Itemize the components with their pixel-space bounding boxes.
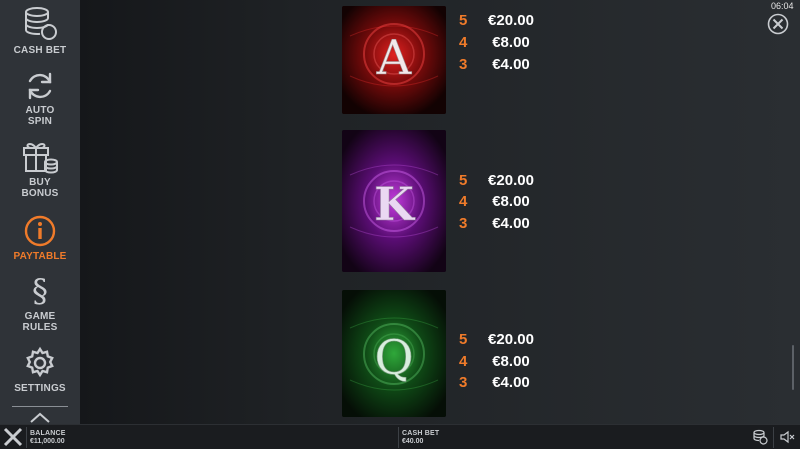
match-count: 5 bbox=[459, 12, 468, 29]
gift-icon bbox=[23, 142, 58, 174]
cash-bet-label: CASH BET bbox=[402, 430, 440, 437]
scrollbar[interactable] bbox=[792, 345, 794, 390]
symbol-q-image: Q bbox=[342, 290, 446, 417]
refresh-icon bbox=[28, 72, 52, 100]
sidebar: CASH BET AUTO SPIN BUY BONUS PAYTABLE § … bbox=[0, 0, 80, 424]
sidebar-item-game-rules[interactable]: § GAME RULES bbox=[0, 274, 80, 333]
sidebar-item-paytable[interactable]: PAYTABLE bbox=[0, 214, 80, 262]
symbol-a-image: A bbox=[342, 6, 446, 114]
payout-amount: €4.00 bbox=[492, 56, 530, 73]
symbol-k-image: K bbox=[342, 130, 446, 272]
sidebar-item-label: PAYTABLE bbox=[13, 251, 67, 262]
balance-value: €11,000.00 bbox=[30, 438, 65, 445]
sidebar-item-label: GAME RULES bbox=[22, 311, 58, 333]
sidebar-item-buy-bonus[interactable]: BUY BONUS bbox=[0, 138, 80, 199]
close-menu-icon[interactable] bbox=[2, 426, 24, 448]
divider bbox=[26, 427, 27, 448]
symbol-letter: K bbox=[374, 177, 416, 231]
sidebar-item-settings[interactable]: SETTINGS bbox=[0, 346, 80, 394]
sidebar-divider bbox=[12, 406, 68, 407]
info-icon bbox=[24, 215, 56, 247]
symbol-card-a: A bbox=[342, 6, 446, 114]
coins-icon[interactable] bbox=[752, 429, 768, 445]
symbol-letter: Q bbox=[374, 330, 413, 386]
sidebar-item-label: SETTINGS bbox=[14, 383, 66, 394]
sidebar-item-cash-bet[interactable]: CASH BET bbox=[0, 6, 80, 56]
payout-amount: €20.00 bbox=[488, 12, 534, 29]
svg-text:§: § bbox=[32, 274, 48, 308]
match-count: 5 bbox=[459, 331, 468, 348]
section-icon: § bbox=[32, 274, 48, 308]
match-count: 5 bbox=[459, 172, 468, 189]
balance-label: BALANCE bbox=[30, 430, 66, 437]
sidebar-item-label: CASH BET bbox=[13, 45, 67, 56]
cash-bet-value: €40.00 bbox=[402, 438, 424, 445]
close-icon[interactable] bbox=[767, 13, 789, 35]
payout-amount: €4.00 bbox=[492, 374, 530, 391]
clock: 06:04 bbox=[771, 1, 794, 11]
match-count: 4 bbox=[459, 193, 468, 210]
coins-icon bbox=[25, 7, 57, 40]
sidebar-item-label: AUTO SPIN bbox=[25, 105, 55, 127]
sidebar-item-label: BUY BONUS bbox=[21, 177, 59, 199]
payout-amount: €8.00 bbox=[492, 34, 530, 51]
gear-icon bbox=[26, 346, 54, 378]
symbol-card-q: Q bbox=[342, 290, 446, 417]
payout-amount: €4.00 bbox=[492, 215, 530, 232]
match-count: 4 bbox=[459, 353, 468, 370]
payout-amount: €20.00 bbox=[488, 331, 534, 348]
symbol-card-k: K bbox=[342, 130, 446, 272]
payout-amount: €8.00 bbox=[492, 193, 530, 210]
symbol-letter: A bbox=[376, 30, 413, 86]
payout-amount: €8.00 bbox=[492, 353, 530, 370]
match-count: 3 bbox=[459, 56, 468, 73]
match-count: 4 bbox=[459, 34, 468, 51]
sidebar-item-auto-spin[interactable]: AUTO SPIN bbox=[0, 70, 80, 127]
match-count: 3 bbox=[459, 215, 468, 232]
divider bbox=[398, 427, 399, 448]
bottom-bar: BALANCE €11,000.00 CASH BET €40.00 bbox=[0, 424, 800, 449]
match-count: 3 bbox=[459, 374, 468, 391]
sound-off-icon[interactable] bbox=[779, 429, 795, 445]
paytable-panel: A 5 €20.00 4 €8.00 3 €4.00 K 5 €20.00 4 … bbox=[80, 0, 800, 424]
payout-amount: €20.00 bbox=[488, 172, 534, 189]
divider bbox=[773, 427, 774, 448]
chevron-up-icon[interactable] bbox=[28, 411, 52, 424]
